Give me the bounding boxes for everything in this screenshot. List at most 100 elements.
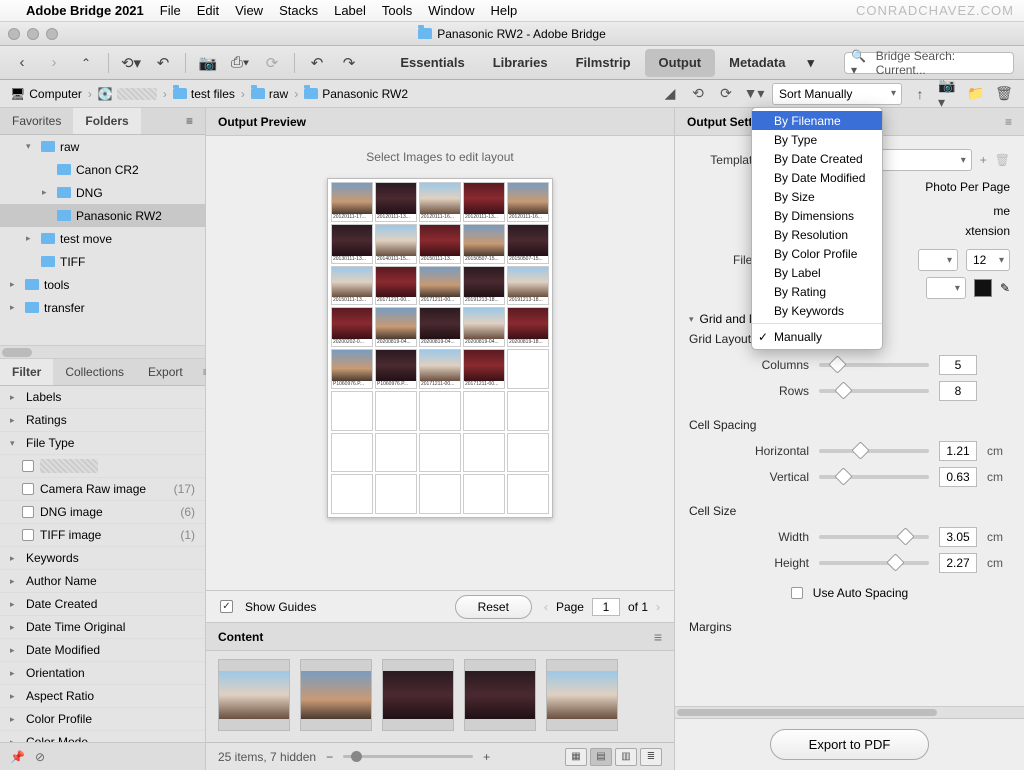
crumb-current[interactable]: Panasonic RW2 <box>304 87 408 101</box>
columns-slider[interactable] <box>819 363 929 367</box>
page-prev-icon[interactable]: ‹ <box>544 600 548 614</box>
sort-manually[interactable]: ✓Manually <box>752 327 882 346</box>
boomerang-icon[interactable]: ↶ <box>151 52 175 74</box>
content-menu-icon[interactable]: ≡ <box>654 629 662 645</box>
ws-output[interactable]: Output <box>645 49 716 77</box>
undo-icon[interactable]: ↶ <box>305 52 329 74</box>
template-add-icon[interactable]: + <box>980 153 987 167</box>
checkbox[interactable] <box>22 529 34 541</box>
width-slider[interactable] <box>819 535 929 539</box>
font-select[interactable] <box>926 277 966 299</box>
filter-color-mode[interactable]: ▸Color Mode <box>0 731 205 742</box>
right-hscroll[interactable] <box>675 706 1024 718</box>
filter-item[interactable] <box>0 455 205 478</box>
ws-metadata[interactable]: Metadata <box>715 49 799 77</box>
thumb-2[interactable] <box>382 659 454 731</box>
close-icon[interactable] <box>8 28 20 40</box>
sort-by-size[interactable]: By Size <box>752 187 882 206</box>
view-thumb-icon[interactable]: ▤ <box>590 748 612 766</box>
thumb-4[interactable] <box>546 659 618 731</box>
horizontal-input[interactable] <box>939 441 977 461</box>
crumb-testfiles[interactable]: test files <box>173 87 235 101</box>
thumb-3[interactable] <box>464 659 536 731</box>
rotate-ccw-icon[interactable]: ⟲ <box>688 84 708 104</box>
menu-file[interactable]: File <box>160 3 181 18</box>
folder-transfer[interactable]: ▸transfer <box>0 296 205 319</box>
sort-by-filename[interactable]: By Filename <box>752 111 882 130</box>
minimize-icon[interactable] <box>27 28 39 40</box>
template-delete-icon[interactable]: 🗑 <box>995 153 1010 167</box>
sort-by-color-profile[interactable]: By Color Profile <box>752 244 882 263</box>
camera-raw-icon[interactable]: ◢ <box>660 84 680 104</box>
filter-author-name[interactable]: ▸Author Name <box>0 570 205 593</box>
tab-export[interactable]: Export <box>136 359 195 385</box>
content-thumbs[interactable] <box>206 651 674 742</box>
zoom-icon[interactable] <box>46 28 58 40</box>
folder-canon-cr2[interactable]: Canon CR2 <box>0 158 205 181</box>
refresh-icon[interactable]: ⟳ <box>260 52 284 74</box>
horizontal-slider[interactable] <box>819 449 929 453</box>
sort-by-dimensions[interactable]: By Dimensions <box>752 206 882 225</box>
filter-item[interactable]: DNG image(6) <box>0 501 205 524</box>
filter-date-time-original[interactable]: ▸Date Time Original <box>0 616 205 639</box>
batch-icon[interactable]: ⎙▾ <box>228 52 252 74</box>
camera-icon[interactable]: 📷 <box>196 52 220 74</box>
sort-by-resolution[interactable]: By Resolution <box>752 225 882 244</box>
tree-scrollbar[interactable] <box>0 345 205 359</box>
search-input[interactable]: 🔍▾ Bridge Search: Current... <box>844 52 1014 74</box>
crumb-raw[interactable]: raw <box>251 87 288 101</box>
page-next-icon[interactable]: › <box>656 600 660 614</box>
tab-filter[interactable]: Filter <box>0 359 53 385</box>
folder-raw[interactable]: ▾raw <box>0 135 205 158</box>
recent-icon[interactable]: ⟲▾ <box>119 52 143 74</box>
height-slider[interactable] <box>819 561 929 565</box>
show-guides-checkbox[interactable]: ✓ <box>220 600 233 613</box>
view-detail-icon[interactable]: ▥ <box>615 748 637 766</box>
sort-by-keywords[interactable]: By Keywords <box>752 301 882 320</box>
zoom-in-icon[interactable]: + <box>483 750 490 764</box>
menu-label[interactable]: Label <box>334 3 366 18</box>
filter-aspect-ratio[interactable]: ▸Aspect Ratio <box>0 685 205 708</box>
redo-icon[interactable]: ↷ <box>337 52 361 74</box>
filter-file-type[interactable]: ▾File Type <box>0 432 205 455</box>
app-name[interactable]: Adobe Bridge 2021 <box>26 3 144 18</box>
auto-spacing-checkbox[interactable] <box>791 587 803 599</box>
filter-labels[interactable]: ▸Labels <box>0 386 205 409</box>
eyedropper-icon[interactable]: ✎ <box>1000 281 1010 295</box>
fontsize-select[interactable]: 12 <box>966 249 1010 271</box>
vertical-input[interactable] <box>939 467 977 487</box>
clear-filter-icon[interactable]: ⊘ <box>35 750 45 764</box>
menu-window[interactable]: Window <box>428 3 474 18</box>
crumb-computer[interactable]: 🖥 Computer <box>10 87 82 101</box>
panel-menu-icon[interactable]: ≡ <box>174 108 205 134</box>
checkbox[interactable] <box>22 506 34 518</box>
folder-test-move[interactable]: ▸test move <box>0 227 205 250</box>
sort-select[interactable]: Sort Manually <box>772 83 902 105</box>
reset-button[interactable]: Reset <box>455 595 532 619</box>
sort-by-rating[interactable]: By Rating <box>752 282 882 301</box>
sort-direction-icon[interactable]: ↑ <box>910 84 930 104</box>
height-input[interactable] <box>939 553 977 573</box>
output-menu-icon[interactable]: ≡ <box>1005 115 1012 129</box>
tab-folders[interactable]: Folders <box>73 108 140 134</box>
ws-filmstrip[interactable]: Filmstrip <box>562 49 645 77</box>
menu-edit[interactable]: Edit <box>197 3 219 18</box>
filter-date-created[interactable]: ▸Date Created <box>0 593 205 616</box>
tab-favorites[interactable]: Favorites <box>0 108 73 134</box>
view-grid-icon[interactable]: ▦ <box>565 748 587 766</box>
filter-item[interactable]: Camera Raw image(17) <box>0 478 205 501</box>
ws-more-icon[interactable]: ▾ <box>799 49 822 77</box>
zoom-slider[interactable] <box>343 755 473 758</box>
checkbox[interactable] <box>22 483 34 495</box>
crumb-drive[interactable]: 💽 <box>98 87 157 101</box>
sort-by-date-created[interactable]: By Date Created <box>752 149 882 168</box>
checkbox[interactable] <box>22 460 34 472</box>
thumb-1[interactable] <box>300 659 372 731</box>
rotate-cw-icon[interactable]: ⟳ <box>716 84 736 104</box>
folder-panasonic-rw2[interactable]: Panasonic RW2 <box>0 204 205 227</box>
rows-input[interactable] <box>939 381 977 401</box>
ws-libraries[interactable]: Libraries <box>479 49 562 77</box>
menu-tools[interactable]: Tools <box>382 3 412 18</box>
page-input[interactable] <box>592 598 620 616</box>
zoom-out-icon[interactable]: − <box>326 750 333 764</box>
